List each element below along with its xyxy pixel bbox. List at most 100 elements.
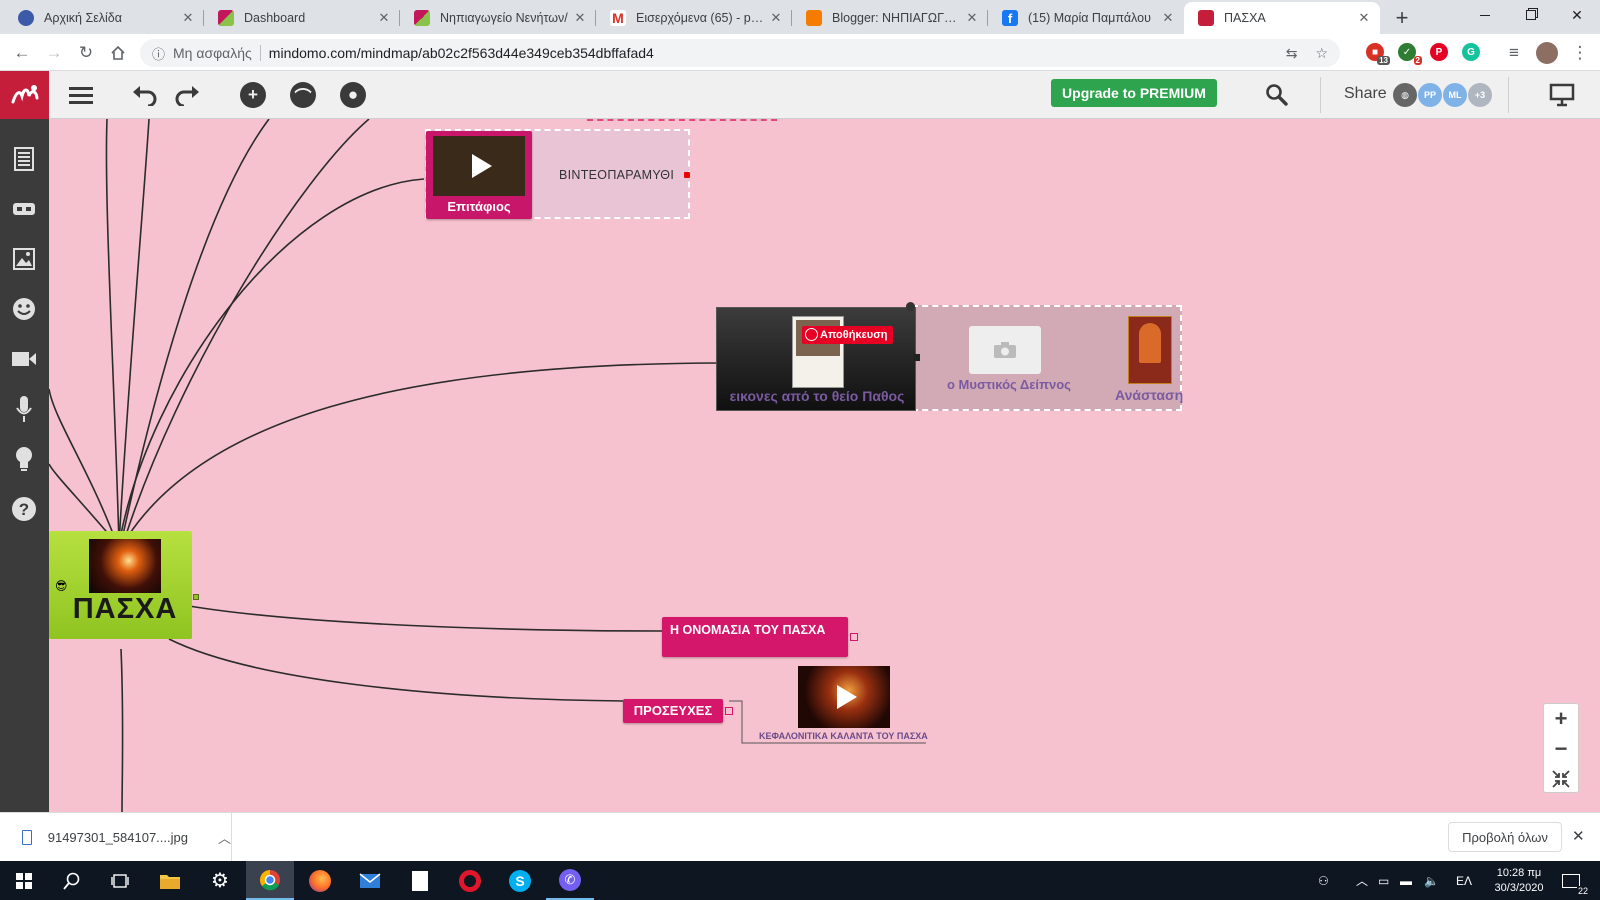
link-button[interactable] — [10, 195, 38, 223]
show-all-downloads-button[interactable]: Προβολή όλων — [1448, 822, 1562, 852]
more-collaborators-badge[interactable]: +3 — [1468, 83, 1492, 107]
close-tab-icon[interactable]: ✕ — [180, 10, 196, 26]
upgrade-premium-button[interactable]: Upgrade to PREMIUM — [1051, 79, 1217, 107]
resize-handle[interactable] — [906, 302, 915, 311]
battery-icon[interactable]: ▬ — [1400, 861, 1412, 900]
theme-button[interactable]: ● — [336, 79, 370, 111]
skype-button[interactable]: S — [496, 861, 544, 900]
share-label[interactable]: Share — [1344, 85, 1387, 103]
close-tab-icon[interactable]: ✕ — [768, 10, 784, 26]
browser-tab[interactable]: Dashboard ✕ — [204, 2, 400, 34]
onomasia-node[interactable]: Η ΟΝΟΜΑΣΙΑ ΤΟΥ ΠΑΣΧΑ — [662, 617, 848, 657]
firefox-button[interactable] — [296, 861, 344, 900]
epitafios-node[interactable]: Επιτάφιος — [426, 131, 532, 219]
mindmap-canvas[interactable]: Επιτάφιος ΒΙΝΤΕΟΠΑΡΑΜΥΘΙ Αποθήκευση εικο… — [49, 119, 1600, 812]
emoji-button[interactable] — [10, 295, 38, 323]
central-node[interactable]: ΠΑΣΧΑ — [49, 531, 192, 639]
anastasi-node[interactable]: Ανάσταση — [1115, 387, 1183, 403]
collapse-marker[interactable] — [193, 594, 199, 600]
search-button[interactable] — [1260, 79, 1294, 111]
search-button[interactable] — [48, 861, 96, 900]
collapse-marker[interactable] — [850, 633, 858, 641]
address-bar[interactable]: ⓘ Μη ασφαλής mindomo.com/mindmap/ab02c2f… — [140, 39, 1340, 67]
browser-tab[interactable]: Blogger: ΝΗΠΙΑΓΩΓΕΙΟ Ν ✕ — [792, 2, 988, 34]
videoparamythi-node[interactable]: ΒΙΝΤΕΟΠΑΡΑΜΥΘΙ — [559, 168, 674, 182]
download-item[interactable]: 91497301_584107....jpg ︿ — [0, 813, 232, 862]
grammarly-icon[interactable]: G — [1462, 43, 1480, 61]
browser-menu-button[interactable]: ⋮ — [1566, 39, 1594, 67]
task-view-button[interactable] — [96, 861, 144, 900]
close-tab-icon[interactable]: ✕ — [964, 10, 980, 26]
image-placeholder[interactable] — [969, 326, 1041, 374]
chevron-up-icon[interactable]: ︿ — [218, 828, 231, 847]
restore-button[interactable] — [1508, 0, 1554, 30]
presentation-button[interactable] — [1545, 79, 1579, 111]
close-tab-icon[interactable]: ✕ — [1356, 10, 1372, 26]
close-download-bar-icon[interactable]: ✕ — [1572, 827, 1585, 845]
fit-to-screen-button[interactable] — [1544, 764, 1578, 794]
profile-avatar[interactable] — [1536, 42, 1558, 64]
browser-tab-active[interactable]: ΠΑΣΧΑ ✕ — [1184, 2, 1380, 34]
help-button[interactable]: ? — [10, 495, 38, 523]
mystikos-deipnos-node[interactable]: ο Μυστικός Δείπνος — [947, 377, 1071, 392]
collapse-marker[interactable] — [913, 354, 920, 361]
checkmark-extension-icon[interactable]: ✓ 2 — [1398, 43, 1422, 65]
reload-button[interactable]: ↻ — [72, 39, 100, 67]
outline-button[interactable] — [10, 145, 38, 173]
show-hidden-icons-button[interactable]: ︿ — [1356, 861, 1368, 900]
mail-button[interactable] — [346, 861, 394, 900]
media-control-button[interactable]: ≡ — [1500, 39, 1528, 67]
translate-icon[interactable]: ⇆ — [1286, 45, 1298, 62]
idea-button[interactable] — [10, 445, 38, 473]
opera-button[interactable] — [446, 861, 494, 900]
kalanta-video-thumbnail[interactable] — [798, 666, 890, 728]
browser-tab[interactable]: Αρχική Σελίδα ✕ — [4, 2, 204, 34]
collaborator-avatar[interactable]: ML — [1443, 83, 1467, 107]
browser-tab[interactable]: M Εισερχόμενα (65) - pamp ✕ — [596, 2, 792, 34]
browser-tab[interactable]: Νηπιαγωγείο Νενήτων/ ✕ — [400, 2, 596, 34]
action-center-button[interactable]: 22 — [1562, 861, 1589, 900]
file-explorer-button[interactable] — [146, 861, 194, 900]
back-button[interactable]: ← — [8, 39, 36, 67]
viber-button[interactable]: ✆ — [546, 861, 594, 900]
input-language[interactable]: ΕΛ — [1456, 861, 1472, 900]
forward-button[interactable]: → — [40, 39, 68, 67]
settings-button[interactable]: ⚙ — [196, 861, 244, 900]
adblock-icon[interactable]: ■ 13 — [1366, 43, 1390, 65]
redo-button[interactable] — [170, 79, 204, 111]
collaborator-avatar[interactable]: PP — [1418, 83, 1442, 107]
people-icon[interactable]: ⚇ — [1318, 861, 1329, 900]
proseuxes-node[interactable]: ΠΡΟΣΕΥΧΕΣ — [623, 699, 723, 723]
info-icon[interactable]: ⓘ — [152, 44, 165, 63]
epitafios-video-thumbnail[interactable] — [433, 136, 525, 196]
close-window-button[interactable]: ✕ — [1554, 0, 1600, 30]
menu-button[interactable] — [64, 79, 98, 111]
home-button[interactable] — [104, 39, 132, 67]
globe-icon[interactable]: ◍ — [1393, 83, 1417, 107]
browser-tab[interactable]: f (15) Μαρία Παμπάλου ✕ — [988, 2, 1184, 34]
add-topic-button[interactable]: + — [236, 79, 270, 111]
close-tab-icon[interactable]: ✕ — [572, 10, 588, 26]
mindomo-logo[interactable] — [0, 71, 49, 119]
minimize-button[interactable] — [1462, 0, 1508, 30]
collapse-marker[interactable] — [725, 707, 733, 715]
zoom-in-button[interactable]: + — [1544, 704, 1578, 734]
image-button[interactable] — [10, 245, 38, 273]
network-icon[interactable]: ▭ — [1378, 861, 1389, 900]
eikones-node[interactable]: Αποθήκευση εικονες από το θείο Παθος — [716, 307, 916, 411]
clock[interactable]: 10:28 πμ 30/3/2020 — [1486, 861, 1552, 900]
relationship-button[interactable]: ⌒ — [286, 79, 320, 111]
audio-button[interactable] — [10, 395, 38, 423]
volume-icon[interactable]: 🔈 — [1424, 861, 1439, 900]
kalanta-node[interactable]: ΚΕΦΑΛΟΝΙΤΙΚΑ ΚΑΛΑΝΤΑ ΤΟΥ ΠΑΣΧΑ — [759, 731, 929, 741]
zoom-out-button[interactable]: − — [1544, 734, 1578, 764]
close-tab-icon[interactable]: ✕ — [1160, 10, 1176, 26]
new-tab-button[interactable]: + — [1390, 5, 1414, 31]
anastasi-icon-image[interactable] — [1128, 316, 1172, 384]
chrome-taskbar-button[interactable] — [246, 861, 294, 900]
start-button[interactable] — [0, 861, 48, 900]
undo-button[interactable] — [128, 79, 162, 111]
pinterest-save-button[interactable]: Αποθήκευση — [802, 326, 894, 344]
collapse-marker[interactable] — [684, 172, 690, 178]
close-tab-icon[interactable]: ✕ — [376, 10, 392, 26]
